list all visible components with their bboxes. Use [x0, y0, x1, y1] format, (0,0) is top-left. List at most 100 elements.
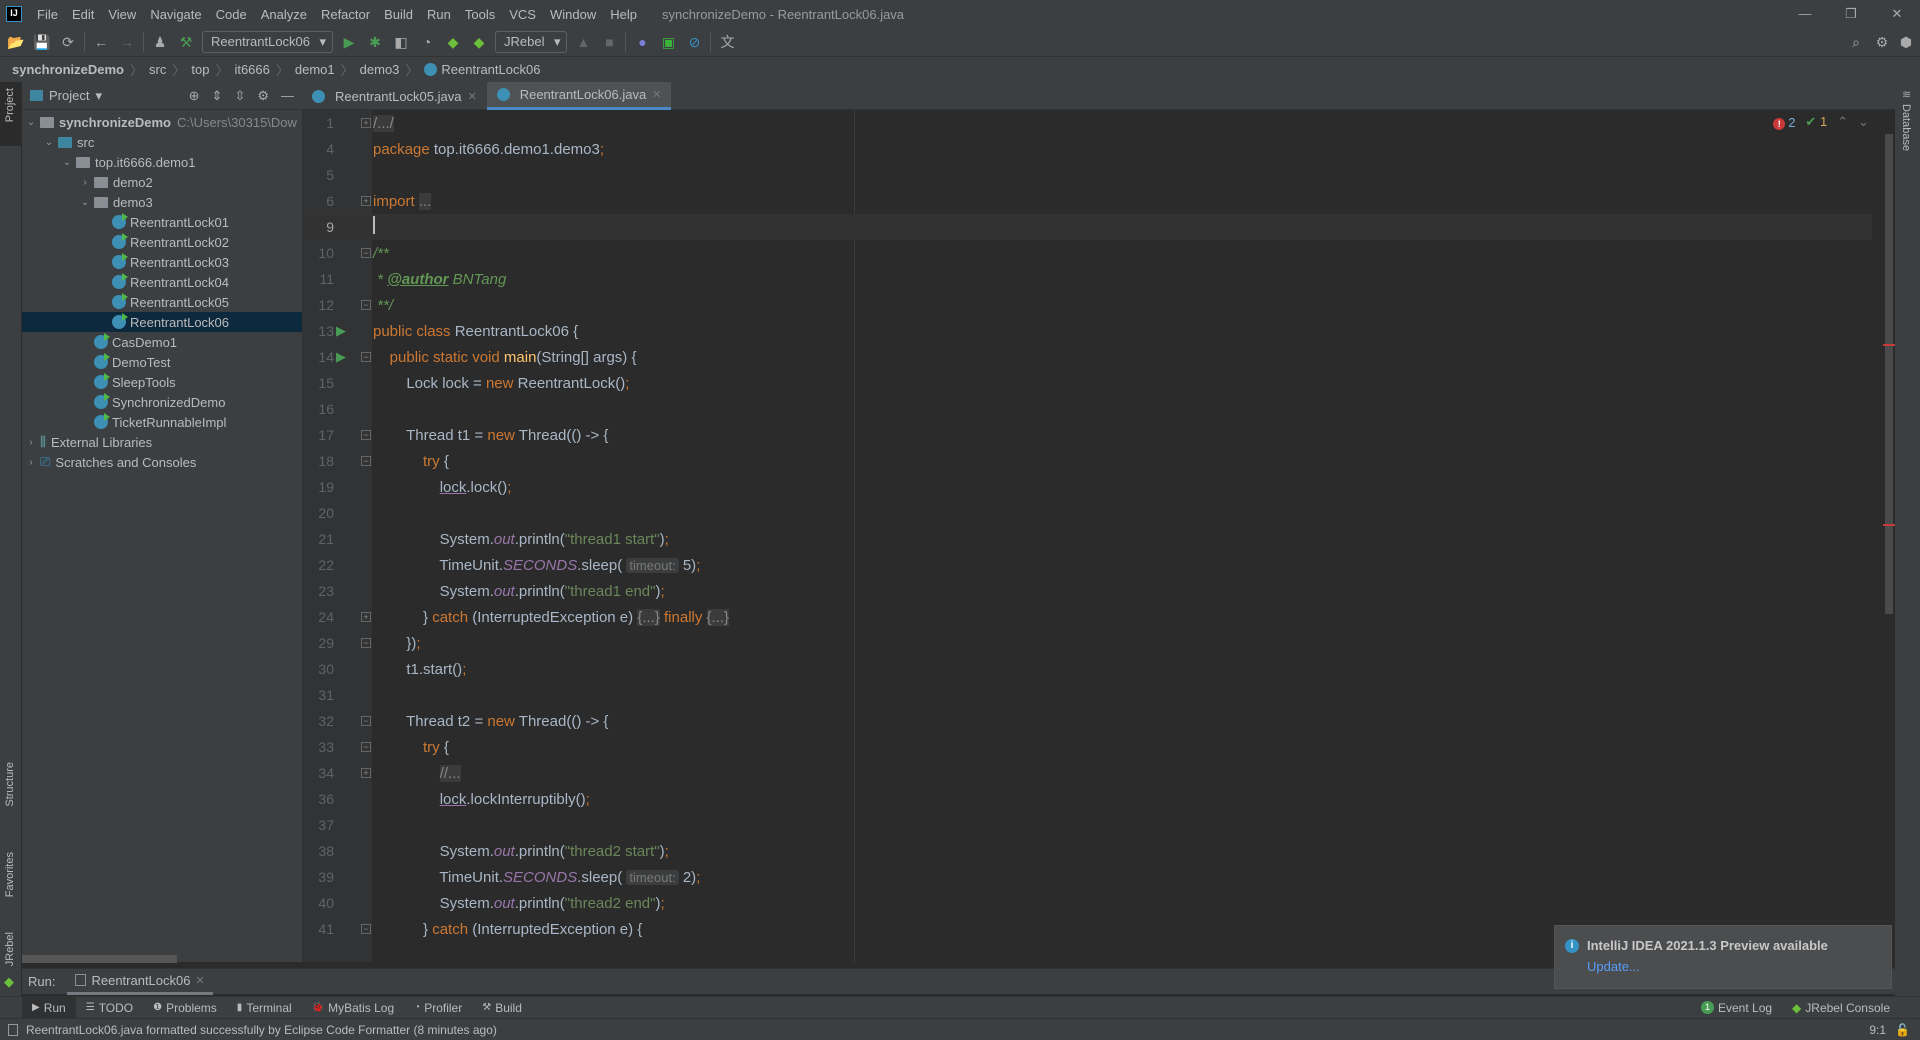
code-line[interactable]: 5 — [302, 162, 1872, 188]
tool-tab-todo[interactable]: ☰ TODO — [76, 997, 143, 1019]
code-line[interactable]: 20 — [302, 500, 1872, 526]
database-stripe-button[interactable]: Database — [1900, 104, 1912, 151]
code-token[interactable]: {...} — [637, 608, 660, 626]
code-line[interactable]: 29 − }); — [302, 630, 1872, 656]
code-line[interactable]: 34 + //... — [302, 760, 1872, 786]
build-hammer-icon[interactable]: ⚒ — [176, 32, 196, 52]
run-icon[interactable]: ▶ — [339, 32, 359, 52]
code-line[interactable]: 12 − **/ — [302, 292, 1872, 318]
monitor-icon[interactable]: ▣ — [658, 32, 678, 52]
code-line[interactable]: 17 − Thread t1 = new Thread(() -> { — [302, 422, 1872, 448]
chevron-right-icon[interactable]: › — [24, 457, 38, 468]
status-toggle-icon[interactable] — [8, 1023, 18, 1036]
fold-expand-icon[interactable]: + — [361, 118, 371, 128]
menu-refactor[interactable]: Refactor — [314, 7, 377, 22]
chevron-down-icon[interactable]: ▾ — [95, 88, 102, 104]
hide-icon[interactable]: — — [281, 88, 294, 104]
fold-collapse-icon[interactable]: − — [361, 638, 371, 648]
expand-all-icon[interactable]: ⇕ — [212, 88, 223, 104]
tree-item[interactable]: ⌄ synchronizeDemo C:\Users\30315\Dow — [22, 112, 302, 132]
menu-navigate[interactable]: Navigate — [143, 7, 208, 22]
minimize-button[interactable]: — — [1782, 0, 1828, 28]
project-stripe-button[interactable]: Project — [0, 82, 22, 146]
locate-icon[interactable]: ⊕ — [189, 88, 200, 104]
tool-tab-problems[interactable]: ❶ Problems — [143, 997, 227, 1019]
jrebel-stripe-button[interactable]: JRebel — [4, 932, 16, 966]
code-line[interactable]: 39 TimeUnit.SECONDS.sleep( timeout: 2); — [302, 864, 1872, 890]
breadcrumb-item[interactable]: src — [149, 62, 170, 77]
code-line[interactable]: 23 System.out.println("thread1 end"); — [302, 578, 1872, 604]
tree-item[interactable]: › demo2 — [22, 172, 302, 192]
run-tab[interactable]: ReentrantLock06 ✕ — [67, 969, 213, 995]
update-link[interactable]: Update... — [1587, 959, 1891, 974]
run-gutter-icon[interactable]: ▶ — [336, 349, 346, 365]
code-line[interactable]: 14 ▶ − public static void main(String[] ar… — [302, 344, 1872, 370]
tree-item[interactable]: ReentrantLock02 — [22, 232, 302, 252]
translate-icon[interactable]: 文 — [717, 32, 737, 52]
chevron-right-icon[interactable]: › — [78, 177, 92, 188]
code-line[interactable]: 32 − Thread t2 = new Thread(() -> { — [302, 708, 1872, 734]
code-line[interactable]: 21 System.out.println("thread1 start"); — [302, 526, 1872, 552]
tree-item[interactable]: TicketRunnableImpl — [22, 412, 302, 432]
code-line[interactable]: 36 lock.lockInterruptibly(); — [302, 786, 1872, 812]
close-window-button[interactable]: ✕ — [1874, 0, 1920, 28]
tool-tab-jrebel-console[interactable]: ◆ JRebel Console — [1782, 997, 1900, 1019]
tool-tab-build[interactable]: ⚒ Build — [472, 997, 532, 1019]
tab-reentrantlock05[interactable]: ReentrantLock05.java ✕ — [302, 82, 487, 110]
tree-item[interactable]: ReentrantLock05 — [22, 292, 302, 312]
project-view-select[interactable]: Project — [49, 88, 89, 103]
profile-icon[interactable]: ◔ — [417, 32, 437, 52]
tool-tab-event-log[interactable]: 1 Event Log — [1691, 997, 1782, 1019]
restore-button[interactable]: ❐ — [1828, 0, 1874, 28]
breadcrumb-item[interactable]: top — [191, 62, 213, 77]
code-editor[interactable]: 1 +/.../4 package top.it6666.demo1.demo3; 5… — [302, 110, 1895, 962]
fold-collapse-icon[interactable]: − — [361, 248, 371, 258]
open-folder-icon[interactable]: 📂 — [6, 32, 26, 52]
stop-icon[interactable]: ■ — [599, 32, 619, 52]
save-icon[interactable]: 💾 — [32, 32, 52, 52]
debug-icon[interactable]: ✱ — [365, 32, 385, 52]
tool-tab-profiler[interactable]: ◔ Profiler — [404, 997, 472, 1019]
breadcrumb-item[interactable]: it6666 — [234, 62, 273, 77]
menu-view[interactable]: View — [101, 7, 143, 22]
chevron-down-icon[interactable]: ⌄ — [60, 157, 74, 168]
attach-icon[interactable]: ▲ — [573, 32, 593, 52]
previous-highlight-icon[interactable]: ⌃ — [1837, 114, 1848, 130]
jrebel-run-icon[interactable]: ◆ — [443, 32, 463, 52]
structure-stripe-button[interactable]: Structure — [4, 762, 16, 807]
code-token[interactable]: //... — [439, 764, 461, 782]
breadcrumb-item[interactable]: ReentrantLock06 — [441, 62, 544, 77]
tree-item[interactable]: CasDemo1 — [22, 332, 302, 352]
forward-icon[interactable]: → — [117, 32, 137, 52]
menu-code[interactable]: Code — [209, 7, 254, 22]
code-line[interactable]: 33 − try { — [302, 734, 1872, 760]
code-token[interactable]: ... — [418, 192, 432, 210]
error-stripe-mark[interactable] — [1883, 524, 1895, 526]
fold-collapse-icon[interactable]: − — [361, 742, 371, 752]
tree-item[interactable]: ReentrantLock06 — [22, 312, 302, 332]
tree-item[interactable]: ⌄ src — [22, 132, 302, 152]
menu-tools[interactable]: Tools — [458, 7, 502, 22]
code-token[interactable]: {...} — [706, 608, 730, 626]
code-line[interactable]: 40 System.out.println("thread2 end"); — [302, 890, 1872, 916]
tab-reentrantlock06[interactable]: ReentrantLock06.java ✕ — [486, 82, 672, 110]
chevron-right-icon[interactable]: › — [24, 437, 38, 448]
code-line[interactable]: 19 lock.lock(); — [302, 474, 1872, 500]
fold-expand-icon[interactable]: + — [361, 196, 371, 206]
code-line[interactable]: 31 — [302, 682, 1872, 708]
tree-item[interactable]: › ⎚ Scratches and Consoles — [22, 452, 302, 472]
favorites-stripe-button[interactable]: Favorites — [4, 852, 16, 897]
code-line[interactable]: 37 — [302, 812, 1872, 838]
status-message[interactable]: ReentrantLock06.java formatted successfu… — [26, 1023, 497, 1037]
disable-icon[interactable]: ⊘ — [684, 32, 704, 52]
coverage-icon[interactable]: ◧ — [391, 32, 411, 52]
tree-item[interactable]: ReentrantLock01 — [22, 212, 302, 232]
jrebel-select[interactable]: JRebel — [495, 31, 568, 53]
menu-window[interactable]: Window — [543, 7, 603, 22]
tree-item[interactable]: SynchronizedDemo — [22, 392, 302, 412]
sync-icon[interactable]: ⟳ — [58, 32, 78, 52]
tree-item[interactable]: SleepTools — [22, 372, 302, 392]
menu-build[interactable]: Build — [377, 7, 420, 22]
inspection-widget[interactable]: ! 2 ✔ 1 ⌃ ⌄ — [1773, 114, 1869, 130]
jrebel-debug-icon[interactable]: ◆ — [469, 32, 489, 52]
